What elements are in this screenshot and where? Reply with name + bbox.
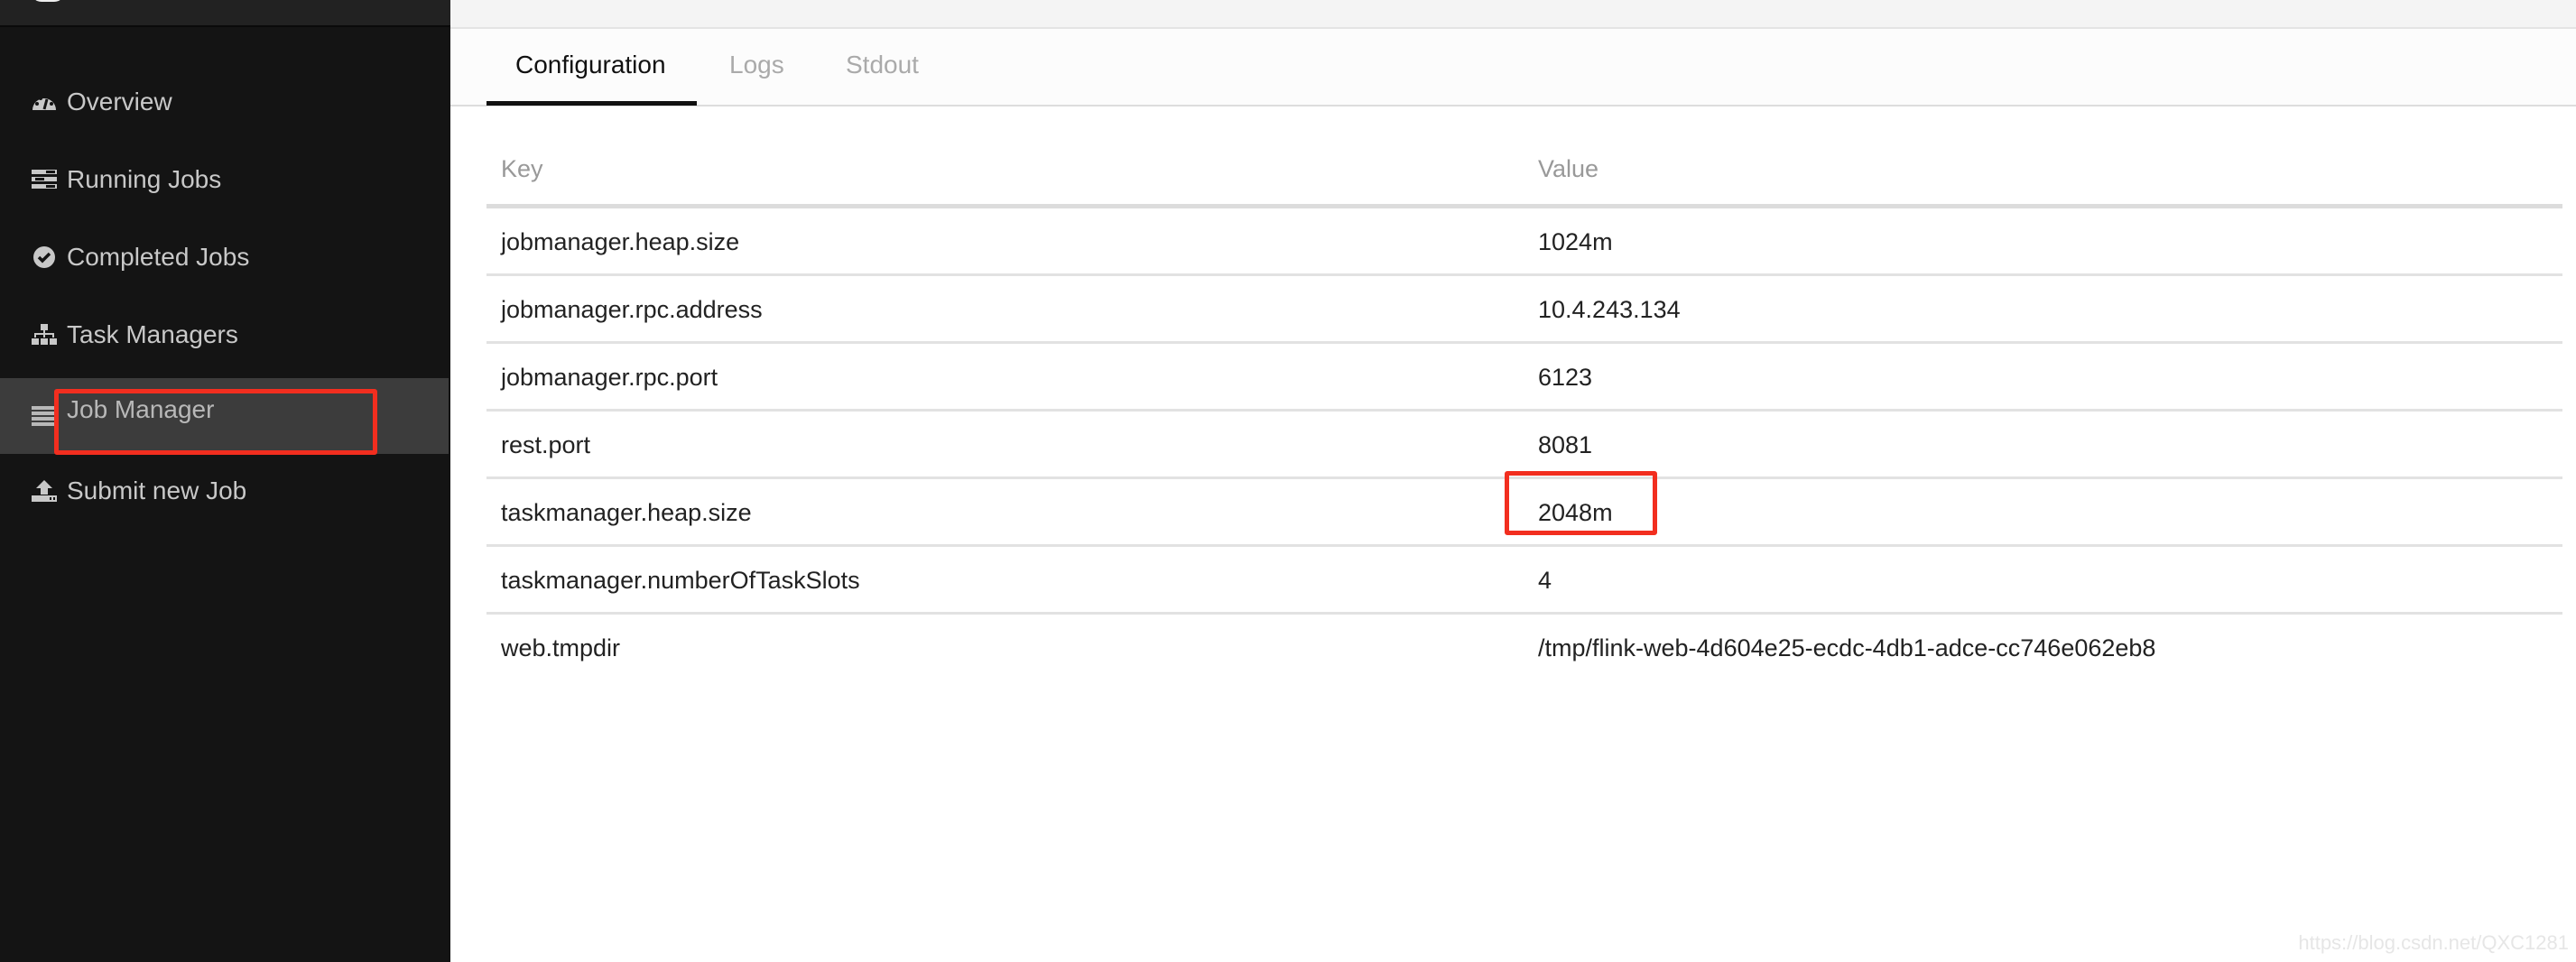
column-header-value: Value <box>1538 155 1599 182</box>
sidebar-item-label: Submit new Job <box>67 476 247 504</box>
dashboard-icon <box>31 88 58 116</box>
tab-bar: Configuration Logs Stdout <box>450 29 2576 106</box>
table-row: taskmanager.numberOfTaskSlots 4 <box>486 547 2562 615</box>
config-value: 6123 <box>1538 364 1593 391</box>
config-key: web.tmpdir <box>501 634 621 661</box>
table-row: jobmanager.heap.size 1024m <box>486 208 2562 276</box>
upload-icon <box>31 477 58 504</box>
sidebar-item-running-jobs[interactable]: Running Jobs <box>0 142 449 217</box>
table-row: rest.port 8081 <box>486 412 2562 479</box>
sidebar-item-overview[interactable]: Overview <box>0 64 449 140</box>
sidebar-item-task-managers[interactable]: Task Managers <box>0 297 449 373</box>
table-row: jobmanager.rpc.port 6123 <box>486 344 2562 412</box>
config-value: /tmp/flink-web-4d604e25-ecdc-4db1-adce-c… <box>1538 634 2156 661</box>
sidebar-item-label: Task Managers <box>67 320 238 348</box>
tab-stdout[interactable]: Stdout <box>846 51 919 79</box>
config-value: 8081 <box>1538 431 1593 458</box>
sidebar: Overview Running Jobs Completed Jobs Tas… <box>0 0 450 962</box>
flink-logo[interactable] <box>31 0 65 2</box>
tab-configuration[interactable]: Configuration <box>515 51 666 79</box>
sitemap-icon <box>31 321 58 348</box>
sidebar-header <box>0 0 450 27</box>
config-key: taskmanager.heap.size <box>501 499 752 526</box>
table-header: Key Value <box>486 135 2562 208</box>
config-key: jobmanager.heap.size <box>501 228 740 255</box>
tab-logs[interactable]: Logs <box>729 51 784 79</box>
table-row: jobmanager.rpc.address 10.4.243.134 <box>486 276 2562 344</box>
sidebar-item-label: Overview <box>67 88 172 116</box>
config-key: taskmanager.numberOfTaskSlots <box>501 567 860 594</box>
annotation-box-job-manager <box>54 389 377 455</box>
active-tab-indicator <box>486 101 697 106</box>
configuration-table: Key Value jobmanager.heap.size 1024m jobm… <box>486 135 2562 680</box>
sidebar-item-label: Completed Jobs <box>67 243 250 271</box>
column-header-key: Key <box>501 155 543 182</box>
config-key: rest.port <box>501 431 591 458</box>
sidebar-item-completed-jobs[interactable]: Completed Jobs <box>0 219 449 295</box>
sidebar-item-label: Running Jobs <box>67 165 222 193</box>
config-value: 10.4.243.134 <box>1538 296 1681 323</box>
top-bar <box>450 0 2576 29</box>
check-circle-icon <box>31 244 58 271</box>
annotation-box-taskmanager-heap <box>1505 471 1657 535</box>
config-value: 4 <box>1538 567 1552 594</box>
config-key: jobmanager.rpc.port <box>501 364 718 391</box>
tasks-icon <box>31 166 58 193</box>
table-row: web.tmpdir/tmp/flink-web-4d604e25-ecdc-4… <box>486 615 2562 680</box>
watermark: https://blog.csdn.net/QXC1281 <box>2298 931 2569 954</box>
sidebar-item-submit-new-job[interactable]: Submit new Job <box>0 453 449 529</box>
config-value: 1024m <box>1538 228 1613 255</box>
config-key: jobmanager.rpc.address <box>501 296 763 323</box>
